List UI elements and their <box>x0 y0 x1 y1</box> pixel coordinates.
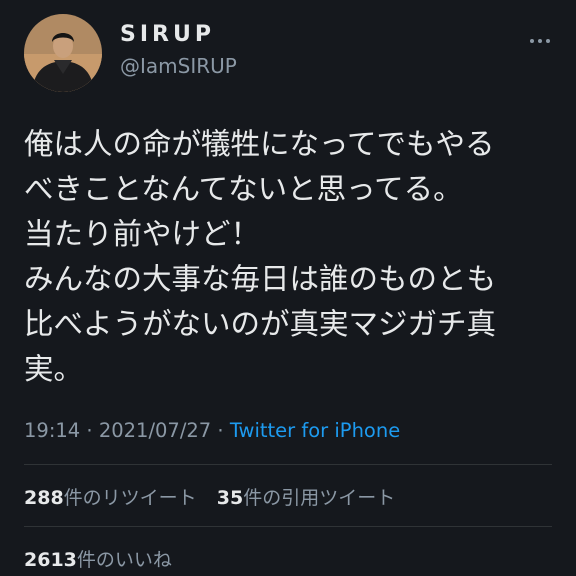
retweets-count: 288 <box>24 487 64 509</box>
retweets-label: 件のリツイート <box>63 487 197 509</box>
quotes-count: 35 <box>216 487 244 509</box>
tweet-source-link[interactable]: Twitter for iPhone <box>230 419 400 442</box>
avatar[interactable] <box>24 14 102 92</box>
more-horizontal-icon[interactable] <box>528 32 552 44</box>
avatar-image <box>24 14 102 92</box>
likes-stat[interactable]: 2613件のいいね <box>24 549 172 571</box>
user-handle[interactable]: @IamSIRUP <box>120 54 237 78</box>
tweet-line: 実。 <box>24 352 84 386</box>
likes-stats: 2613件のいいね <box>24 545 186 572</box>
tweet-header: SIRUP @IamSIRUP <box>24 14 552 98</box>
tweet-line: 俺は人の命が犠牲になってでもやる <box>24 127 495 161</box>
tweet-line: べきことなんてないと思ってる。 <box>24 172 463 206</box>
likes-label: 件のいいね <box>76 549 172 571</box>
tweet-meta: 19:14 · 2021/07/27 · Twitter for iPhone <box>24 419 400 442</box>
tweet-line: 当たり前やけど！ <box>24 217 261 251</box>
divider <box>24 464 552 465</box>
likes-count: 2613 <box>24 549 77 571</box>
retweets-stat[interactable]: 288件のリツイート <box>24 487 197 509</box>
tweet-text: 俺は人の命が犠牲になってでもやる べきことなんてないと思ってる。 当たり前やけど… <box>24 122 558 392</box>
engagement-stats: 288件のリツイート 35件の引用ツイート <box>24 483 409 510</box>
quotes-stat[interactable]: 35件の引用ツイート <box>217 487 395 509</box>
display-name[interactable]: SIRUP <box>120 22 215 47</box>
tweet-line: 比べようがないのが真実マジガチ真 <box>24 307 497 341</box>
tweet-time[interactable]: 19:14 <box>24 419 80 442</box>
quotes-label: 件の引用ツイート <box>243 487 396 509</box>
meta-separator: · <box>211 419 230 442</box>
tweet-date[interactable]: 2021/07/27 <box>99 419 211 442</box>
divider <box>24 526 552 527</box>
tweet-line: みんなの大事な毎日は誰のものとも <box>24 262 497 296</box>
meta-separator: · <box>80 419 99 442</box>
